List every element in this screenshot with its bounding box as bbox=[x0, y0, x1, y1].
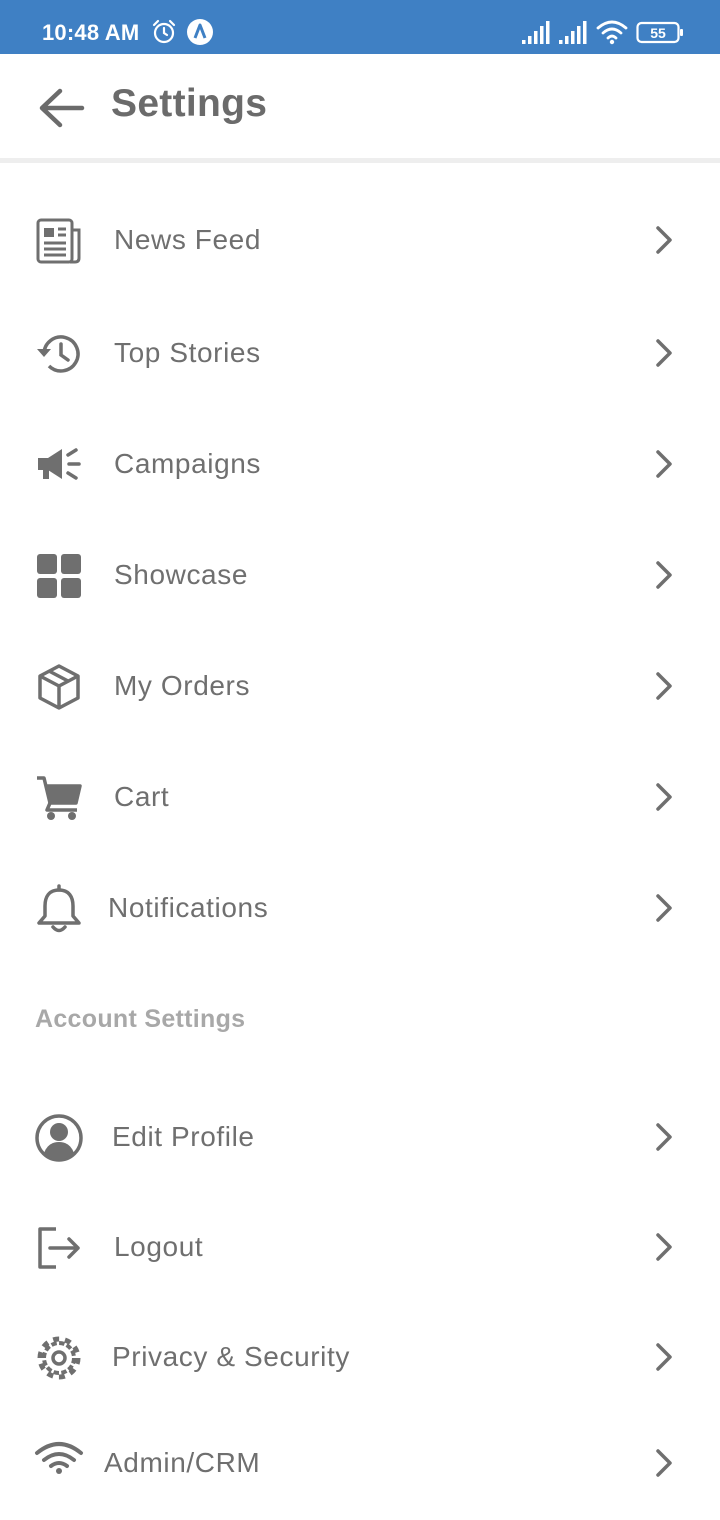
package-icon bbox=[38, 664, 80, 710]
menu-item-label: Admin/CRM bbox=[104, 1447, 261, 1478]
menu-item-cart[interactable]: Cart bbox=[0, 749, 720, 845]
menu-item-label: Showcase bbox=[114, 559, 248, 590]
menu-item-label: News Feed bbox=[114, 224, 262, 255]
alarm-icon bbox=[152, 19, 176, 44]
logout-icon bbox=[38, 1227, 80, 1269]
chevron-right-icon bbox=[656, 1123, 672, 1151]
chevron-right-icon bbox=[656, 894, 672, 922]
grid-icon bbox=[37, 554, 81, 598]
bell-icon bbox=[37, 884, 81, 933]
app-bar-divider bbox=[0, 158, 720, 163]
menu-item-label: Campaigns bbox=[114, 448, 262, 479]
chevron-right-icon bbox=[656, 450, 672, 478]
menu-item-news-feed[interactable]: News Feed bbox=[0, 192, 720, 288]
menu-item-showcase[interactable]: Showcase bbox=[0, 527, 720, 623]
menu-item-label: My Orders bbox=[114, 670, 251, 701]
menu-item-label: Edit Profile bbox=[112, 1121, 255, 1152]
history-icon bbox=[37, 335, 80, 373]
chevron-right-icon bbox=[656, 561, 672, 589]
cart-icon bbox=[37, 776, 82, 820]
wifi-icon bbox=[596, 20, 628, 45]
menu-item-notifications[interactable]: Notifications bbox=[0, 860, 720, 956]
menu-item-my-orders[interactable]: My Orders bbox=[0, 638, 720, 734]
menu-item-privacy-security[interactable]: Privacy & Security bbox=[0, 1309, 720, 1405]
menu-item-admin-crm[interactable]: Admin/CRM bbox=[0, 1415, 720, 1511]
chevron-right-icon bbox=[656, 672, 672, 700]
megaphone-icon bbox=[38, 448, 81, 480]
menu-item-label: Logout bbox=[114, 1231, 204, 1262]
chevron-right-icon bbox=[656, 339, 672, 367]
wifi-icon bbox=[35, 1442, 83, 1474]
user-circle-icon bbox=[35, 1114, 83, 1162]
status-time: 10:48 AM bbox=[42, 20, 140, 45]
section-title-account-settings: Account Settings bbox=[35, 1005, 246, 1033]
chevron-right-icon bbox=[656, 1449, 672, 1477]
chevron-right-icon bbox=[656, 1343, 672, 1371]
chevron-right-icon bbox=[656, 1233, 672, 1261]
chevron-right-icon bbox=[656, 783, 672, 811]
menu-item-label: Privacy & Security bbox=[112, 1341, 350, 1372]
battery-level: 55 bbox=[650, 25, 666, 41]
signal-icon bbox=[522, 21, 550, 44]
menu-item-top-stories[interactable]: Top Stories bbox=[0, 305, 720, 401]
menu-item-label: Notifications bbox=[108, 892, 269, 923]
menu-item-campaigns[interactable]: Campaigns bbox=[0, 416, 720, 512]
app-notification-icon bbox=[187, 19, 213, 45]
arrow-left-icon[interactable] bbox=[36, 86, 88, 130]
status-bar: 10:48 AM 55 bbox=[0, 0, 720, 54]
menu-item-label: Top Stories bbox=[114, 337, 261, 368]
gear-icon bbox=[37, 1336, 81, 1380]
menu-item-label: Cart bbox=[114, 781, 170, 812]
menu-item-edit-profile[interactable]: Edit Profile bbox=[0, 1089, 720, 1185]
signal-icon bbox=[559, 21, 587, 44]
app-bar: Settings bbox=[0, 54, 720, 158]
newspaper-icon bbox=[36, 218, 81, 264]
page-title: Settings bbox=[111, 82, 268, 125]
menu-item-logout[interactable]: Logout bbox=[0, 1199, 720, 1295]
chevron-right-icon bbox=[656, 226, 672, 254]
